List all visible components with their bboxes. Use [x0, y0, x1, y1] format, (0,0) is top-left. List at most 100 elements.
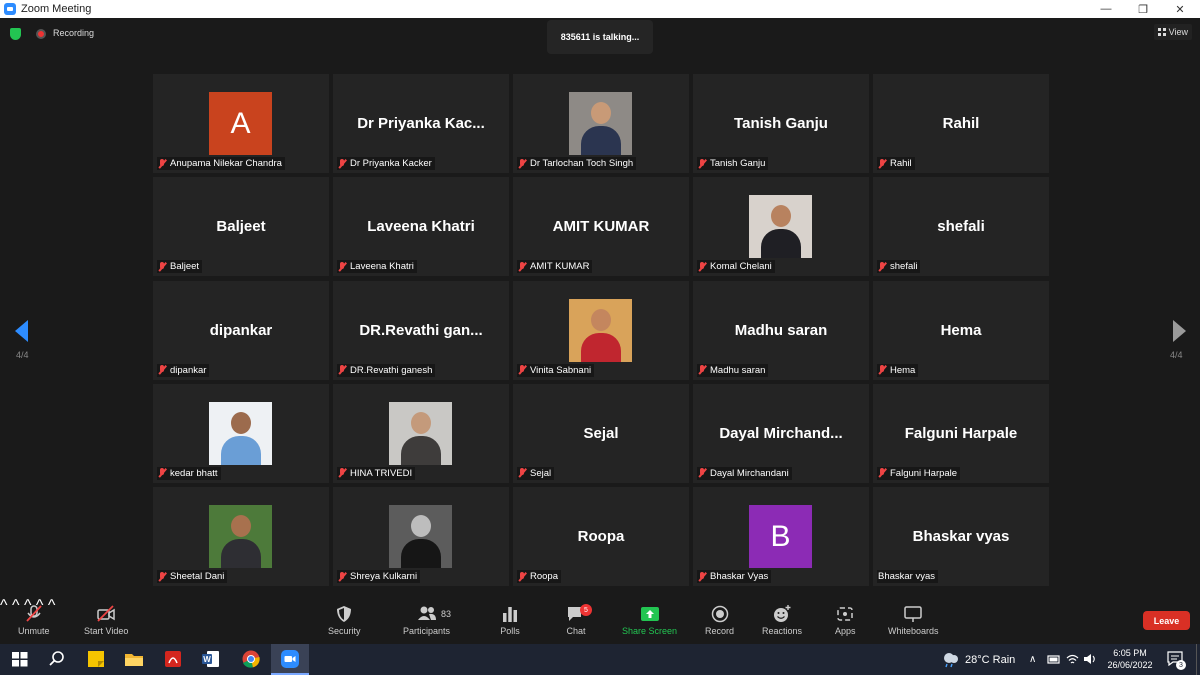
right-page-indicator: 4/4: [1170, 350, 1183, 360]
polls-button[interactable]: Polls: [500, 605, 520, 641]
weather-label[interactable]: 28°C Rain: [965, 644, 1015, 675]
chat-unread-badge: 5: [580, 604, 592, 616]
restore-button[interactable]: ❐: [1124, 0, 1162, 18]
participant-display-name: DR.Revathi gan...: [359, 321, 483, 339]
recording-label[interactable]: Recording: [53, 28, 94, 38]
whiteboards-button[interactable]: Whiteboards: [888, 605, 939, 641]
start-video-button[interactable]: Start Video: [84, 605, 128, 641]
participant-name-text: Komal Chelani: [710, 261, 772, 273]
participant-tile[interactable]: Falguni Harpale Falguni Harpale: [873, 383, 1049, 483]
security-button[interactable]: Security: [328, 605, 361, 641]
participant-tile[interactable]: kedar bhatt: [153, 383, 329, 483]
reactions-button[interactable]: Reactions: [762, 605, 802, 641]
muted-mic-icon: [158, 365, 167, 375]
participant-tile[interactable]: Sejal Sejal: [513, 383, 689, 483]
participant-tile[interactable]: Tanish Ganju Tanish Ganju: [693, 74, 869, 173]
word-icon[interactable]: W: [201, 649, 221, 669]
weather-rain-icon[interactable]: [940, 651, 962, 668]
apps-button[interactable]: Apps: [835, 605, 856, 641]
participant-tile[interactable]: Dr Tarlochan Toch Singh: [513, 74, 689, 173]
participant-tile[interactable]: AMIT KUMAR AMIT KUMAR: [513, 177, 689, 277]
wifi-icon[interactable]: [1066, 653, 1079, 665]
muted-mic-icon: [698, 158, 707, 169]
muted-mic-icon: [338, 365, 347, 375]
participant-tile[interactable]: Laveena Khatri Laveena Khatri: [333, 177, 509, 277]
windows-start-icon[interactable]: [10, 649, 30, 669]
participant-name-label: Dr Priyanka Kacker: [337, 157, 435, 170]
participant-name-text: HINA TRIVEDI: [350, 467, 413, 479]
participant-tile[interactable]: dipankar dipankar: [153, 280, 329, 380]
participant-name-text: kedar bhatt: [170, 467, 218, 479]
minimize-button[interactable]: —: [1087, 0, 1125, 18]
audio-options-caret-icon[interactable]: ^: [0, 597, 8, 614]
sticky-notes-icon[interactable]: [86, 649, 106, 669]
participant-name-label: Hema: [877, 363, 919, 377]
polls-label: Polls: [500, 626, 520, 636]
participant-tile[interactable]: shefali shefali: [873, 177, 1049, 277]
muted-mic-icon: [518, 158, 527, 169]
show-desktop-button[interactable]: [1196, 644, 1200, 675]
unmute-button[interactable]: Unmute: [18, 605, 50, 641]
whiteboards-label: Whiteboards: [888, 626, 939, 636]
participant-name-text: Shreya Kulkarni: [350, 571, 418, 582]
participant-name-label: HINA TRIVEDI: [337, 466, 416, 480]
next-page-arrow-icon[interactable]: [1173, 320, 1186, 342]
participant-name-text: Dr Tarlochan Toch Singh: [530, 158, 634, 169]
participant-avatar-photo: [209, 505, 272, 568]
participant-name-text: Hema: [890, 364, 916, 376]
participant-tile[interactable]: Hema Hema: [873, 280, 1049, 380]
participant-tile[interactable]: A Anupama Nilekar Chandra: [153, 74, 329, 173]
security-label: Security: [328, 626, 361, 636]
participant-display-name: Laveena Khatri: [367, 218, 475, 236]
file-explorer-icon[interactable]: [124, 649, 144, 669]
taskbar-clock[interactable]: 6:05 PM 26/06/2022: [1100, 647, 1160, 671]
zoom-taskbar-button[interactable]: [271, 644, 309, 675]
participant-tile[interactable]: Sheetal Dani: [153, 487, 329, 586]
view-button[interactable]: View: [1153, 24, 1192, 40]
participant-display-name: Dayal Mirchand...: [719, 424, 843, 442]
close-button[interactable]: ✕: [1161, 0, 1199, 18]
leave-button[interactable]: Leave: [1143, 611, 1190, 630]
participant-tile[interactable]: Dr Priyanka Kac... Dr Priyanka Kacker: [333, 74, 509, 173]
tray-expand-icon[interactable]: ∧: [1029, 644, 1036, 675]
participant-name-label: Komal Chelani: [697, 260, 775, 274]
previous-page-arrow-icon[interactable]: [15, 320, 28, 342]
participant-tile[interactable]: Shreya Kulkarni: [333, 487, 509, 586]
record-label: Record: [705, 626, 735, 636]
record-button[interactable]: Record: [705, 605, 734, 641]
share-screen-button[interactable]: Share Screen: [622, 605, 677, 641]
participant-name-label: Baljeet: [157, 260, 203, 274]
participant-name-label: Vinita Sabnani: [517, 363, 595, 377]
share-screen-label: Share Screen: [622, 626, 678, 636]
participant-tile[interactable]: Dayal Mirchand... Dayal Mirchandani: [693, 383, 869, 483]
muted-mic-icon: [338, 468, 347, 478]
participant-name-text: Tanish Ganju: [710, 158, 766, 169]
participant-name-label: Dayal Mirchandani: [697, 466, 792, 480]
participant-tile[interactable]: Madhu saran Madhu saran: [693, 280, 869, 380]
muted-mic-icon: [158, 571, 167, 582]
chrome-icon[interactable]: [241, 649, 261, 669]
battery-icon[interactable]: [1047, 654, 1061, 665]
participant-tile[interactable]: Bhaskar vyas Bhaskar vyas: [873, 487, 1049, 586]
zoom-app-icon: [4, 3, 16, 15]
participant-name-text: Rahil: [890, 158, 912, 169]
polls-icon: [503, 607, 517, 622]
participant-tile[interactable]: Baljeet Baljeet: [153, 177, 329, 277]
participant-tile[interactable]: Komal Chelani: [693, 177, 869, 277]
participant-tile[interactable]: B Bhaskar Vyas: [693, 487, 869, 586]
volume-icon[interactable]: [1083, 653, 1097, 665]
participant-name-label: Dr Tarlochan Toch Singh: [517, 157, 637, 170]
search-icon[interactable]: [47, 649, 67, 669]
muted-mic-icon: [518, 571, 527, 582]
acrobat-reader-icon[interactable]: [163, 649, 183, 669]
participant-name-label: shefali: [877, 260, 921, 274]
participant-display-name: Sejal: [583, 424, 619, 442]
participant-tile[interactable]: Rahil Rahil: [873, 74, 1049, 173]
participant-tile[interactable]: Vinita Sabnani: [513, 280, 689, 380]
participant-tile[interactable]: Roopa Roopa: [513, 487, 689, 586]
participant-display-name: Hema: [940, 321, 982, 339]
participant-tile[interactable]: DR.Revathi gan... DR.Revathi ganesh: [333, 280, 509, 380]
participant-name-label: Sejal: [517, 466, 555, 480]
encryption-shield-icon[interactable]: [10, 28, 21, 40]
participant-tile[interactable]: HINA TRIVEDI: [333, 383, 509, 483]
